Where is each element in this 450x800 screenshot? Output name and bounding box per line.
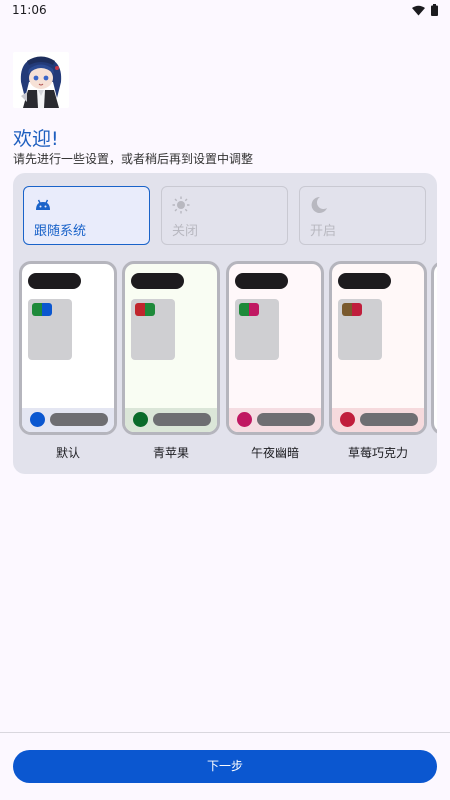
preview-accent-dot: [340, 412, 355, 427]
android-icon: [36, 199, 50, 210]
sun-icon: [172, 196, 190, 214]
theme-card-midnight[interactable]: [226, 261, 324, 435]
dark-mode-on-button[interactable]: 开启: [299, 186, 426, 245]
mode-label-on: 开启: [310, 224, 337, 239]
theme-card-default[interactable]: [19, 261, 117, 435]
preview-top-bar: [131, 273, 184, 289]
page-title: 欢迎!: [13, 128, 59, 150]
preview-bottom-bar: [229, 408, 321, 432]
page-subtitle: 请先进行一些设置，或者稍后再到设置中调整: [13, 152, 254, 166]
preview-bottom-pill: [50, 413, 108, 426]
mode-label-follow-system: 跟随系统: [34, 224, 87, 239]
preview-bottom-pill: [153, 413, 211, 426]
preview-content-box: [28, 299, 72, 360]
status-time: 11:06: [12, 3, 47, 17]
bottom-divider: [0, 732, 450, 733]
preview-bottom-bar: [332, 408, 424, 432]
dark-mode-off-button[interactable]: 关闭: [161, 186, 288, 245]
theme-name-green-apple: 青苹果: [152, 446, 189, 460]
moon-icon: [311, 196, 327, 213]
theme-card-green-apple[interactable]: [122, 261, 220, 435]
theme-name-strawberry-chocolate: 草莓巧克力: [347, 446, 408, 460]
preview-content-box: [338, 299, 382, 360]
preview-bottom-pill: [360, 413, 418, 426]
wifi-icon: [412, 5, 425, 15]
theme-card-strawberry-chocolate[interactable]: [329, 261, 427, 435]
dark-mode-follow-system-button[interactable]: 跟随系统: [23, 186, 150, 245]
preview-accent-dot: [133, 412, 148, 427]
preview-content-box: [235, 299, 279, 360]
status-icons: [412, 4, 438, 16]
preview-top-bar: [235, 273, 288, 289]
preview-bottom-pill: [257, 413, 315, 426]
preview-top-bar: [338, 273, 391, 289]
preview-accent-dot: [237, 412, 252, 427]
preview-color-chip: [239, 303, 259, 316]
mode-label-off: 关闭: [172, 224, 199, 239]
battery-icon: [431, 4, 438, 16]
preview-accent-dot: [30, 412, 45, 427]
theme-name-default: 默认: [55, 446, 80, 460]
preview-color-chip: [32, 303, 52, 316]
avatar: [13, 52, 69, 108]
preview-top-bar: [28, 273, 81, 289]
status-bar: 11:06: [0, 0, 450, 22]
next-button[interactable]: 下一步: [13, 750, 437, 783]
preview-color-chip: [135, 303, 155, 316]
preview-bottom-bar: [22, 408, 114, 432]
theme-name-midnight: 午夜幽暗: [250, 446, 299, 460]
preview-bottom-bar: [125, 408, 217, 432]
preview-content-box: [131, 299, 175, 360]
theme-card-partial[interactable]: [431, 261, 437, 435]
theme-settings-panel: 跟随系统 关闭 开启 默认 青苹果 午夜幽暗 草莓巧克力: [13, 173, 437, 474]
preview-color-chip: [342, 303, 362, 316]
